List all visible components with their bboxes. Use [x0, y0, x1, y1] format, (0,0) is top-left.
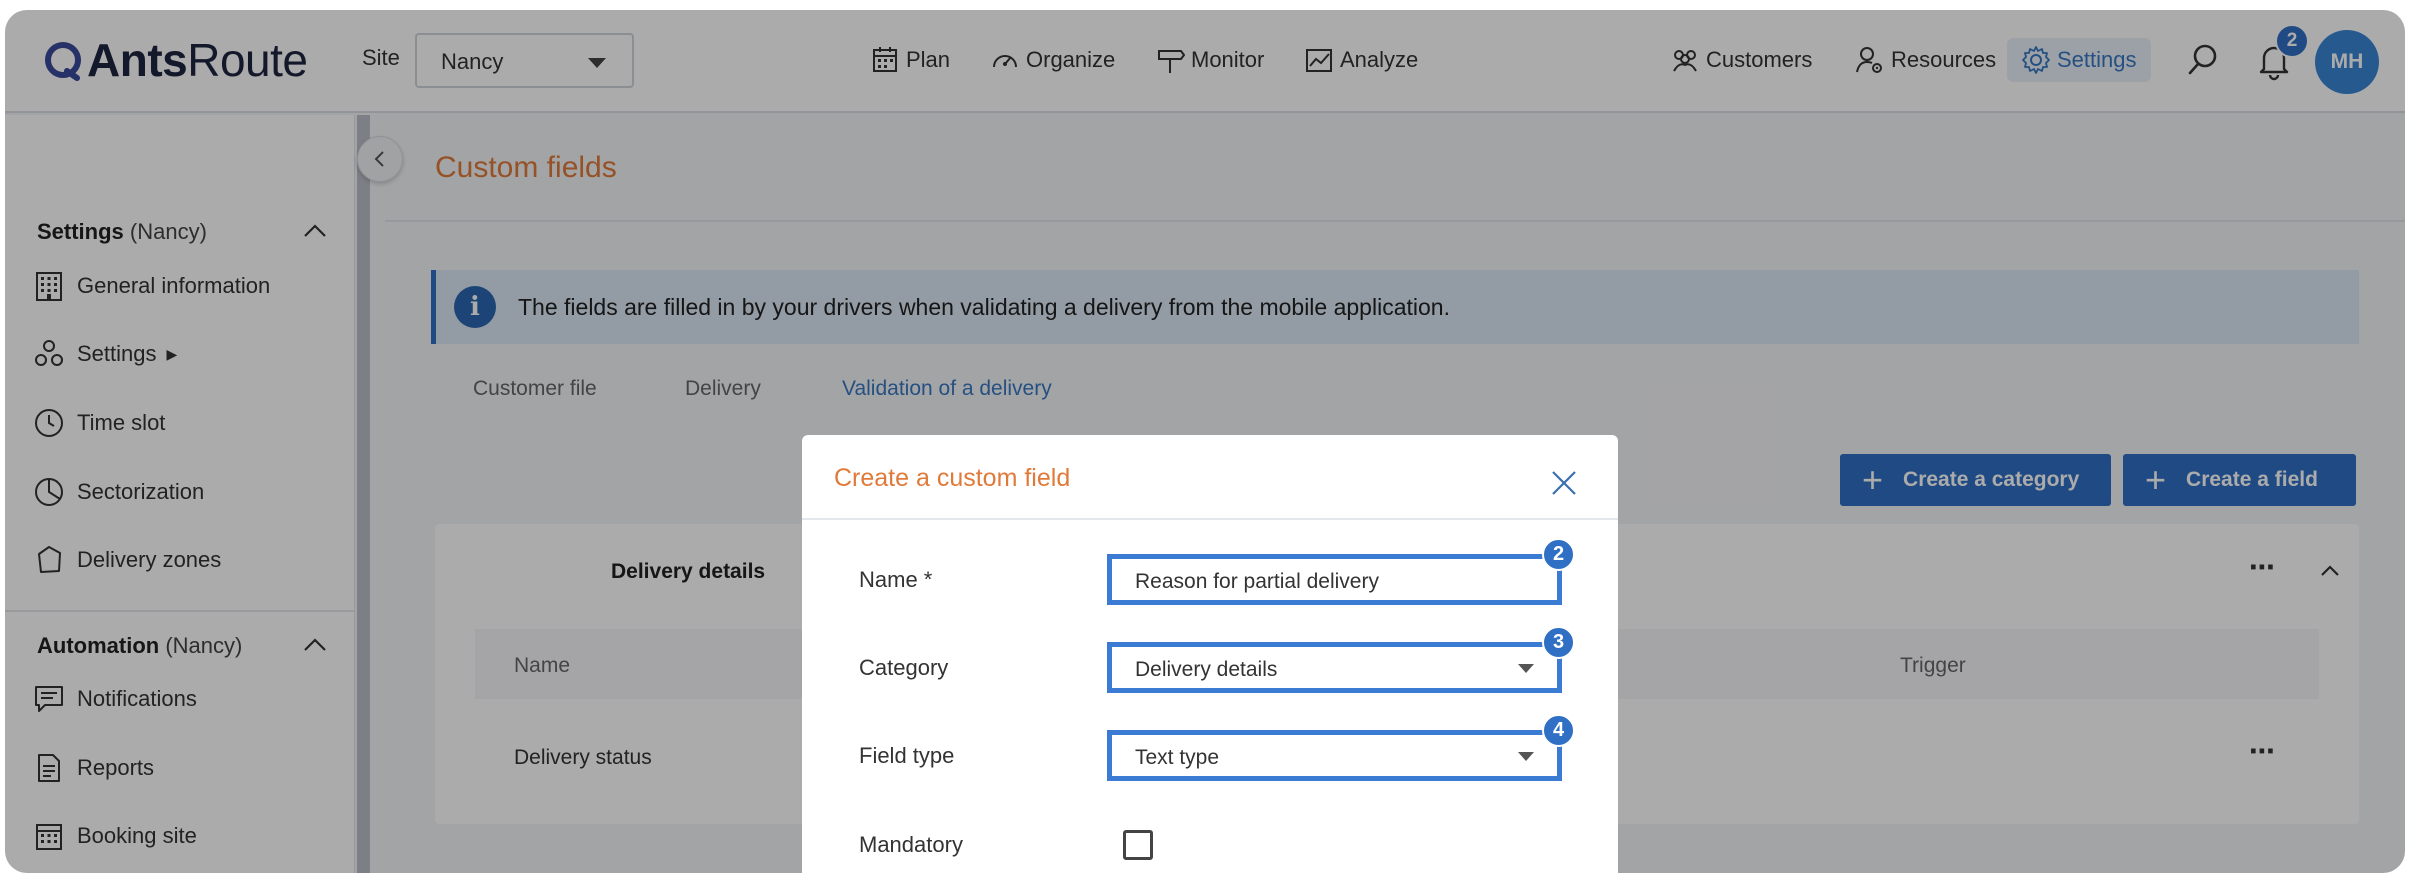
close-icon[interactable] — [1547, 466, 1581, 500]
create-custom-field-dialog: Create a custom field Name * Reason for … — [802, 435, 1618, 873]
category-select[interactable]: Delivery details — [1107, 642, 1562, 693]
mandatory-label: Mandatory — [859, 832, 963, 857]
chevron-down-icon — [1518, 752, 1534, 761]
category-label: Category — [859, 655, 949, 680]
category-select-value: Delivery details — [1135, 658, 1278, 681]
field-type-select-value: Text type — [1135, 746, 1220, 769]
chevron-down-icon — [1518, 664, 1534, 673]
dialog-title: Create a custom field — [834, 464, 1071, 492]
name-label: Name * — [859, 567, 933, 592]
app-window: AntsRoute Site Nancy Plan Organize Monit… — [5, 10, 2405, 873]
name-field-value: Reason for partial delivery — [1135, 570, 1379, 593]
name-field[interactable]: Reason for partial delivery — [1107, 554, 1562, 605]
step-marker: 4 — [1542, 714, 1575, 747]
dialog-divider — [802, 518, 1618, 520]
field-type-label: Field type — [859, 743, 955, 768]
step-marker: 3 — [1542, 626, 1575, 659]
mandatory-checkbox[interactable] — [1123, 830, 1153, 860]
field-type-select[interactable]: Text type — [1107, 730, 1562, 781]
step-marker: 2 — [1542, 538, 1575, 571]
